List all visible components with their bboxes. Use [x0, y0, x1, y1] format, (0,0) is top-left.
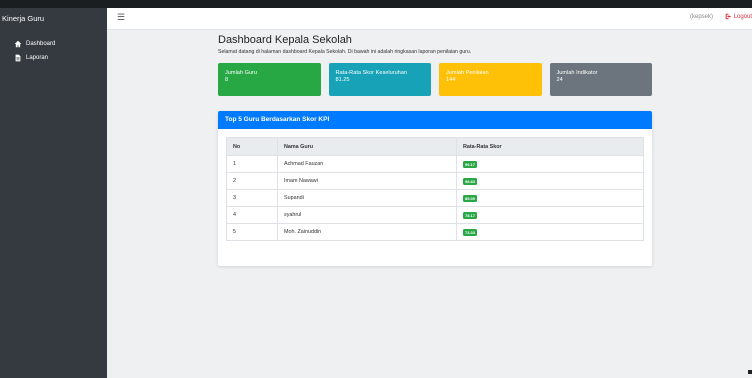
column-header-no: No	[226, 137, 278, 156]
cell-no: 4	[226, 206, 278, 224]
sidebar-item-dashboard[interactable]: Dashboard	[0, 37, 107, 51]
top-strip	[0, 0, 752, 8]
table-header-row: No Nama Guru Rata-Rata Skor	[226, 137, 644, 156]
cell-score: 78.17	[456, 206, 644, 224]
cell-name: Supandi	[277, 189, 457, 207]
table-row: 4 syahrul 78.17	[226, 206, 644, 224]
panel-title: Top 5 Guru Berdasarkan Skor KPI	[218, 111, 652, 129]
card-label: Jumlah Penilaian	[446, 70, 489, 76]
intro-text: Selamat datang di halaman dashboard Kepa…	[218, 49, 472, 55]
corner-marker	[748, 370, 752, 374]
cell-score: 99.17	[456, 155, 644, 173]
cell-score: 98.83	[456, 172, 644, 190]
card-jumlah-guru: Jumlah Guru 8	[218, 63, 321, 96]
cell-no: 5	[226, 223, 278, 241]
logout-link[interactable]: Logout	[725, 13, 752, 20]
score-badge: 85.00	[463, 194, 478, 202]
card-jumlah-indikator: Jumlah Indikator 24	[549, 63, 652, 96]
table-row: 3 Supandi 85.00	[226, 189, 644, 207]
table-row: 2 Imam Nawawi 98.83	[226, 172, 644, 190]
top-guru-table: No Nama Guru Rata-Rata Skor 1 Achmad Fau…	[226, 137, 644, 241]
cell-name: Imam Nawawi	[277, 172, 457, 190]
summary-cards: Jumlah Guru 8 Rata-Rata Skor Keseluruhan…	[218, 63, 652, 96]
home-icon	[14, 40, 22, 48]
card-value: 24	[556, 77, 563, 83]
card-rata-rata-skor: Rata-Rata Skor Keseluruhan 81.25	[328, 63, 431, 96]
card-value: 81.25	[335, 77, 350, 83]
column-header-nama-guru: Nama Guru	[277, 137, 457, 156]
card-label: Jumlah Guru	[225, 70, 258, 76]
logout-label: Logout	[733, 13, 752, 20]
score-badge: 99.17	[463, 160, 478, 168]
brand-title[interactable]: Kinerja Guru	[0, 8, 107, 30]
file-icon	[15, 54, 21, 62]
page-title: Dashboard Kepala Sekolah	[218, 34, 352, 46]
card-jumlah-penilaian: Jumlah Penilaian 144	[439, 63, 542, 96]
card-label: Rata-Rata Skor Keseluruhan	[335, 70, 408, 76]
table-row: 1 Achmad Fauzan 99.17	[226, 155, 644, 173]
cell-name: syahrul	[277, 206, 457, 224]
score-badge: 78.17	[463, 211, 478, 219]
cell-score: 85.00	[456, 189, 644, 207]
cell-no: 1	[226, 155, 278, 173]
column-header-rata-rata-skor: Rata-Rata Skor	[456, 137, 644, 156]
score-badge: 98.83	[463, 177, 478, 185]
bars-icon[interactable]: ☰	[117, 12, 125, 23]
sign-out-icon	[725, 13, 731, 20]
sidebar-item-label: Laporan	[26, 55, 49, 61]
cell-name: Moh. Zainuddin	[277, 223, 457, 241]
user-role-label: (kepsek)	[689, 14, 713, 20]
top-navbar: ☰ (kepsek) Logout	[107, 8, 752, 30]
top-guru-panel: Top 5 Guru Berdasarkan Skor KPI No Nama …	[218, 111, 652, 266]
cell-name: Achmad Fauzan	[277, 155, 457, 173]
sidebar-item-label: Dashboard	[26, 41, 56, 47]
cell-score: 73.33	[456, 223, 644, 241]
sidebar-item-laporan[interactable]: Laporan	[0, 51, 107, 65]
cell-no: 2	[226, 172, 278, 190]
sidebar: Dashboard Laporan	[0, 30, 107, 378]
card-label: Jumlah Indikator	[556, 70, 598, 76]
card-value: 8	[225, 77, 229, 83]
cell-no: 3	[226, 189, 278, 207]
card-value: 144	[446, 77, 456, 83]
table-row: 5 Moh. Zainuddin 73.33	[226, 223, 644, 241]
main-content: Dashboard Kepala Sekolah Selamat datang …	[218, 32, 652, 266]
score-badge: 73.33	[463, 228, 478, 236]
